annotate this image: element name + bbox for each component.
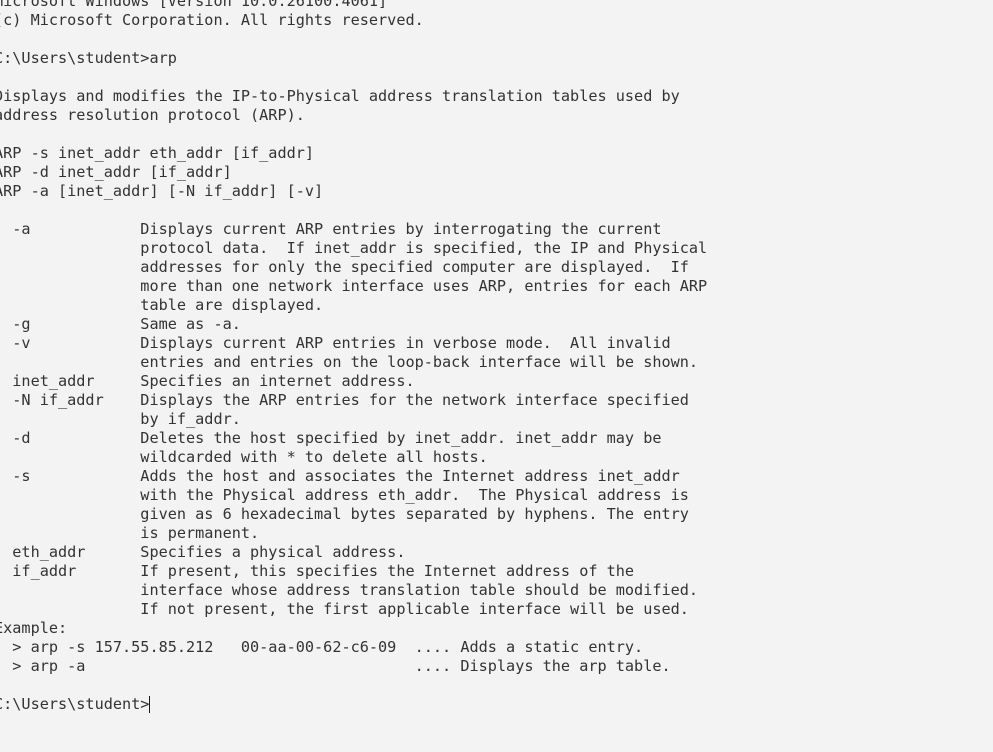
text-cursor — [149, 696, 151, 713]
terminal-line: > arp -a .... Displays the arp table. — [0, 657, 671, 675]
command-prompt: C:\Users\student> — [0, 695, 150, 713]
terminal-line: interface whose address translation tabl… — [0, 581, 699, 599]
terminal-line: addresses for only the specified compute… — [0, 258, 689, 276]
terminal-line: -a Displays current ARP entries by inter… — [0, 220, 662, 238]
terminal-line: Displays and modifies the IP-to-Physical… — [0, 87, 680, 105]
terminal-line: by if_addr. — [0, 410, 241, 428]
terminal-output[interactable]: Microsoft Windows [Version 10.0.26100.40… — [0, 0, 707, 714]
terminal-line: more than one network interface uses ARP… — [0, 277, 708, 295]
terminal-line: ARP -d inet_addr [if_addr] — [0, 163, 232, 181]
terminal-line: ARP -s inet_addr eth_addr [if_addr] — [0, 144, 315, 162]
terminal-line: Microsoft Windows [Version 10.0.26100.40… — [0, 0, 388, 10]
terminal-line: address resolution protocol (ARP). — [0, 106, 305, 124]
terminal-line: (c) Microsoft Corporation. All rights re… — [0, 11, 424, 29]
terminal-line: with the Physical address eth_addr. The … — [0, 486, 689, 504]
terminal-line: if_addr If present, this specifies the I… — [0, 562, 635, 580]
terminal-line: > arp -s 157.55.85.212 00-aa-00-62-c6-09… — [0, 638, 644, 656]
terminal-line: -g Same as -a. — [0, 315, 241, 333]
terminal-line: C:\Users\student>arp — [0, 49, 177, 67]
terminal-line: is permanent. — [0, 524, 260, 542]
terminal-window[interactable]: Microsoft Windows [Version 10.0.26100.40… — [0, 0, 993, 752]
terminal-line: If not present, the first applicable int… — [0, 600, 689, 618]
terminal-line: eth_addr Specifies a physical address. — [0, 543, 406, 561]
terminal-line: protocol data. If inet_addr is specified… — [0, 239, 708, 257]
terminal-line: wildcarded with * to delete all hosts. — [0, 448, 488, 466]
terminal-line: -d Deletes the host specified by inet_ad… — [0, 429, 662, 447]
terminal-line: -s Adds the host and associates the Inte… — [0, 467, 680, 485]
terminal-line: -v Displays current ARP entries in verbo… — [0, 334, 671, 352]
terminal-line: Example: — [0, 619, 68, 637]
terminal-line: inet_addr Specifies an internet address. — [0, 372, 415, 390]
terminal-line: -N if_addr Displays the ARP entries for … — [0, 391, 689, 409]
terminal-line: table are displayed. — [0, 296, 324, 314]
command-prompt-line[interactable]: C:\Users\student> — [0, 695, 707, 714]
terminal-line: ARP -a [inet_addr] [-N if_addr] [-v] — [0, 182, 324, 200]
terminal-line: given as 6 hexadecimal bytes separated b… — [0, 505, 689, 523]
terminal-line: entries and entries on the loop-back int… — [0, 353, 699, 371]
